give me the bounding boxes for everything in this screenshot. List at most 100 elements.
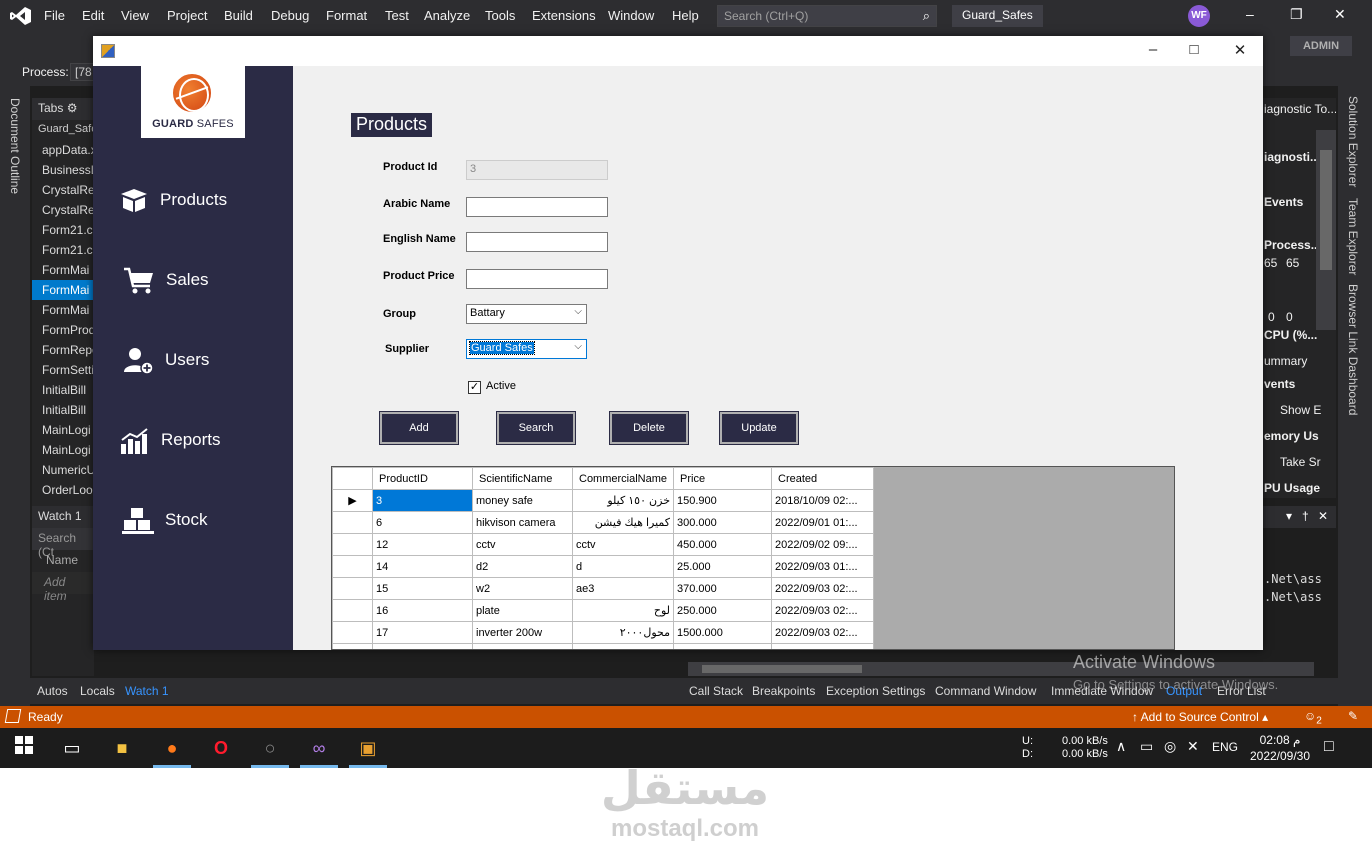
clock[interactable]: 02:08 م 2022/09/30	[1248, 732, 1312, 764]
menu-analyze[interactable]: Analyze	[424, 8, 470, 23]
row-header[interactable]	[332, 621, 373, 644]
menu-window[interactable]: Window	[608, 8, 654, 23]
nav-products[interactable]: Products	[93, 176, 293, 226]
table-cell[interactable]: خزن ١٥٠ كيلو	[572, 489, 674, 512]
gear-icon[interactable]: ⚙	[67, 101, 78, 115]
table-cell[interactable]: 16	[372, 599, 473, 622]
tabs-item[interactable]: MainLogi	[32, 440, 94, 460]
table-cell[interactable]: w2	[472, 577, 573, 600]
table-cell[interactable]: 300.000	[673, 511, 772, 534]
column-header[interactable]: Price	[673, 467, 772, 490]
tab-exception-settings[interactable]: Exception Settings	[826, 684, 925, 698]
network-icon[interactable]: ◎	[1164, 738, 1176, 755]
table-cell[interactable]: 3	[372, 489, 473, 512]
menu-build[interactable]: Build	[224, 8, 253, 23]
table-row[interactable]: 17 inverter 200w محول٢٠٠٠ 1500.000 2022/…	[332, 621, 874, 644]
table-cell[interactable]: 1500.000	[673, 621, 772, 644]
row-header-corner[interactable]	[332, 467, 373, 490]
menu-help[interactable]: Help	[672, 8, 699, 23]
vs-search-box[interactable]: Search (Ctrl+Q) ⌕	[717, 5, 937, 27]
horizontal-scrollbar[interactable]	[688, 662, 1314, 676]
tabs-item-selected[interactable]: FormMai	[32, 280, 94, 300]
tabs-item[interactable]: InitialBill	[32, 380, 94, 400]
table-cell[interactable]: 250.000	[673, 599, 772, 622]
table-row[interactable]	[332, 643, 874, 649]
table-cell[interactable]: money safe	[472, 489, 573, 512]
volume-muted-icon[interactable]: ✕	[1187, 738, 1199, 755]
table-cell[interactable]	[372, 643, 473, 649]
menu-project[interactable]: Project	[167, 8, 207, 23]
table-cell[interactable]: 2022/09/03 02:...	[771, 621, 874, 644]
tabs-item[interactable]: CrystalRe	[32, 200, 94, 220]
table-cell[interactable]: inverter 200w	[472, 621, 573, 644]
language-indicator[interactable]: ENG	[1212, 740, 1238, 754]
table-cell[interactable]: 2022/09/02 09:...	[771, 533, 874, 556]
table-cell[interactable]: 17	[372, 621, 473, 644]
active-checkbox[interactable]: ✓	[468, 381, 481, 394]
feedback-icon[interactable]: ✎	[1348, 709, 1358, 723]
column-header[interactable]: Created	[771, 467, 874, 490]
close-icon[interactable]: ✕	[1318, 509, 1328, 523]
row-header[interactable]	[332, 533, 373, 556]
table-cell[interactable]: 15	[372, 577, 473, 600]
file-explorer-icon[interactable]: ■	[110, 736, 134, 760]
column-header[interactable]: ProductID	[372, 467, 473, 490]
tabs-item[interactable]: Guard_Safe	[32, 120, 94, 140]
watch-add-item[interactable]: Add item	[32, 572, 94, 603]
minimize-icon[interactable]: –	[1246, 6, 1254, 22]
nav-sales[interactable]: Sales	[93, 256, 293, 306]
column-header[interactable]: CommercialName	[572, 467, 674, 490]
table-row[interactable]: ▶ 3 money safe خزن ١٥٠ كيلو 150.900 2018…	[332, 489, 874, 512]
tab-locals[interactable]: Locals	[80, 684, 115, 698]
table-cell[interactable]: d2	[472, 555, 573, 578]
table-cell[interactable]: 2022/09/03 01:...	[771, 555, 874, 578]
tab-call-stack[interactable]: Call Stack	[689, 684, 743, 698]
tabs-item[interactable]: CrystalRe	[32, 180, 94, 200]
add-to-source-control[interactable]: ↑ Add to Source Control ▴	[1132, 710, 1268, 724]
menu-file[interactable]: File	[44, 8, 65, 23]
table-cell[interactable]: cctv	[572, 533, 674, 556]
visual-studio-taskbar-icon[interactable]: ∞	[307, 736, 331, 760]
products-grid[interactable]: ProductID ScientificName CommercialName …	[331, 466, 1175, 650]
row-header[interactable]	[332, 599, 373, 622]
table-cell[interactable]: hikvison camera	[472, 511, 573, 534]
current-row-arrow-icon[interactable]: ▶	[332, 489, 373, 512]
table-cell[interactable]: 370.000	[673, 577, 772, 600]
team-explorer-tab[interactable]: Team Explorer	[1346, 198, 1360, 275]
tabs-item[interactable]: FormMai	[32, 260, 94, 280]
table-cell[interactable]	[472, 643, 573, 649]
table-cell[interactable]	[673, 643, 772, 649]
menu-format[interactable]: Format	[326, 8, 367, 23]
tabs-item[interactable]: OrderLoo	[32, 480, 94, 500]
add-button[interactable]: Add	[379, 411, 459, 445]
tab-autos[interactable]: Autos	[37, 684, 68, 698]
foxit-icon[interactable]: ○	[258, 736, 282, 760]
table-row[interactable]: 6 hikvison camera كميرا هيك فيشن 300.000…	[332, 511, 874, 534]
tabs-item[interactable]: Form21.c	[32, 220, 94, 240]
battery-icon[interactable]: ▭	[1140, 738, 1153, 755]
chevron-up-icon[interactable]: ∧	[1116, 738, 1126, 755]
tabs-item[interactable]: NumericU	[32, 460, 94, 480]
table-row[interactable]: 14 d2 d 25.000 2022/09/03 01:...	[332, 555, 874, 578]
tab-command-window[interactable]: Command Window	[935, 684, 1036, 698]
table-cell[interactable]	[572, 643, 674, 649]
tabs-item[interactable]: appData.x	[32, 140, 94, 160]
tabs-item[interactable]: FormRepo	[32, 340, 94, 360]
diag-take-snapshot[interactable]: Take Sr	[1280, 455, 1321, 469]
table-cell[interactable]: ae3	[572, 577, 674, 600]
table-cell[interactable]: 2022/09/01 01:...	[771, 511, 874, 534]
minimize-icon[interactable]: –	[1143, 41, 1163, 58]
restore-icon[interactable]: ❐	[1290, 6, 1303, 23]
table-cell[interactable]: 150.900	[673, 489, 772, 512]
notifications-icon[interactable]: ☺2	[1304, 709, 1322, 726]
diag-summary-tab[interactable]: ummary	[1264, 354, 1307, 368]
table-cell[interactable]: 2018/10/09 02:...	[771, 489, 874, 512]
row-header[interactable]	[332, 555, 373, 578]
nav-reports[interactable]: Reports	[93, 416, 293, 466]
update-button[interactable]: Update	[719, 411, 799, 445]
table-cell[interactable]: cctv	[472, 533, 573, 556]
tab-watch-1[interactable]: Watch 1	[125, 684, 169, 698]
task-view-icon[interactable]: ▭	[60, 736, 84, 760]
table-row[interactable]: 16 plate لوح 250.000 2022/09/03 02:...	[332, 599, 874, 622]
tabs-item[interactable]: MainLogi	[32, 420, 94, 440]
